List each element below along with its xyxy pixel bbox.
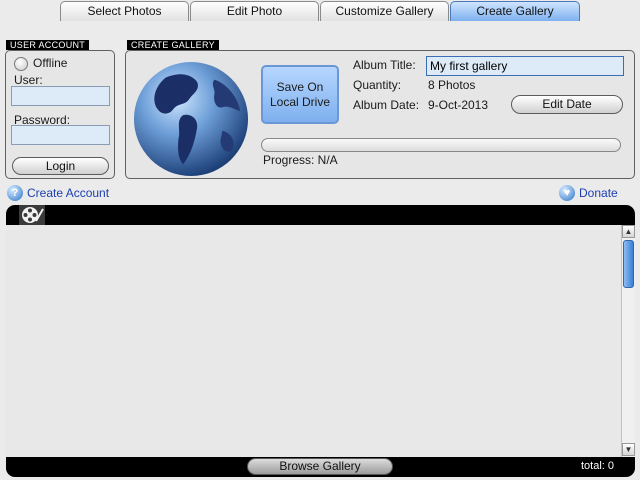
gallery-content-area[interactable] xyxy=(6,225,621,457)
total-count: total: 0 xyxy=(580,460,614,472)
save-button-line2: Local Drive xyxy=(269,95,331,109)
create-gallery-heading: CREATE GALLERY xyxy=(127,40,219,50)
create-account-link[interactable]: ? Create Account xyxy=(7,184,109,202)
scroll-thumb[interactable] xyxy=(623,240,634,288)
login-button[interactable]: Login xyxy=(12,157,109,175)
create-gallery-panel: Save On Local Drive Album Title: Quantit… xyxy=(125,50,635,179)
quantity-value: 8 Photos xyxy=(428,78,476,92)
save-button-line1: Save On xyxy=(276,80,324,94)
help-icon: ? xyxy=(7,185,23,201)
user-account-panel: Offline User: Password: Login xyxy=(5,50,115,179)
film-reel-icon[interactable] xyxy=(19,205,45,225)
progress-bar xyxy=(261,138,621,152)
quantity-label: Quantity: xyxy=(353,78,402,92)
album-title-input[interactable] xyxy=(426,56,624,76)
globe-icon xyxy=(133,61,249,177)
create-account-label[interactable]: Create Account xyxy=(27,186,109,200)
scroll-down-button[interactable]: ▼ xyxy=(622,443,635,456)
scroll-up-button[interactable]: ▲ xyxy=(622,225,635,238)
gallery-scrollbar[interactable]: ▲ ▼ xyxy=(621,225,635,457)
tab-create-gallery[interactable]: Create Gallery xyxy=(450,1,580,21)
user-label: User: xyxy=(14,73,43,87)
user-account-heading: USER ACCOUNT xyxy=(6,40,90,50)
edit-date-button[interactable]: Edit Date xyxy=(511,95,623,114)
tab-select-photos[interactable]: Select Photos xyxy=(60,1,189,21)
donate-label[interactable]: Donate xyxy=(579,186,618,200)
donate-link[interactable]: ♥ Donate xyxy=(559,184,618,202)
album-title-label: Album Title: xyxy=(353,58,416,72)
progress-label: Progress: N/A xyxy=(263,153,338,167)
tab-edit-photo[interactable]: Edit Photo xyxy=(190,1,319,21)
album-date-value: 9-Oct-2013 xyxy=(428,98,489,112)
offline-label: Offline xyxy=(33,56,68,70)
heart-icon: ♥ xyxy=(559,185,575,201)
user-input[interactable] xyxy=(11,86,110,106)
password-input[interactable] xyxy=(11,125,110,145)
tab-customize-gallery[interactable]: Customize Gallery xyxy=(320,1,449,21)
album-date-label: Album Date: xyxy=(353,98,420,112)
offline-radio[interactable] xyxy=(14,57,28,71)
save-on-local-drive-button[interactable]: Save On Local Drive xyxy=(261,65,339,124)
browse-gallery-button[interactable]: Browse Gallery xyxy=(247,458,393,475)
